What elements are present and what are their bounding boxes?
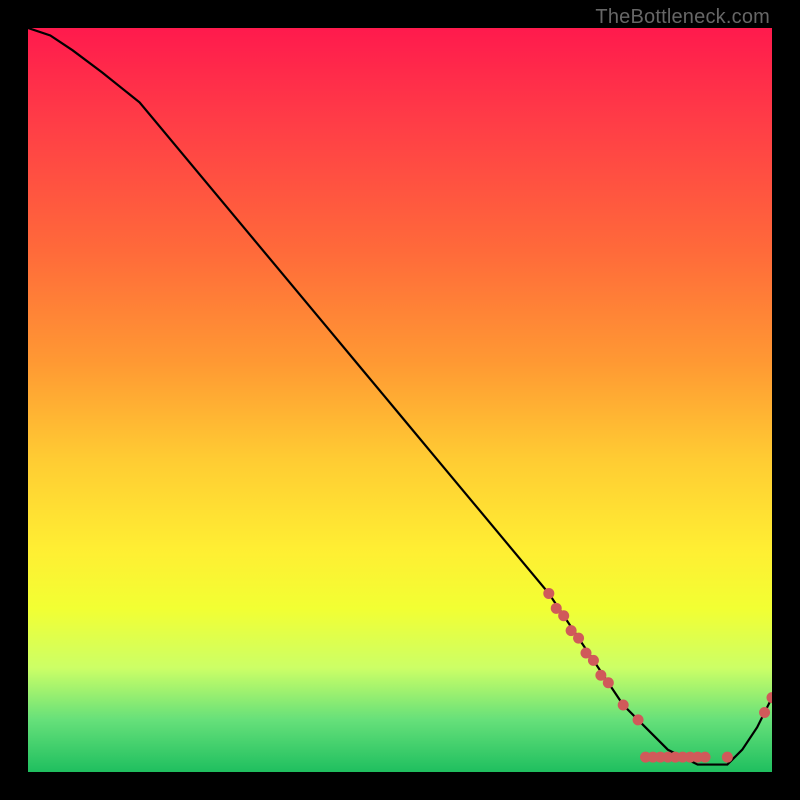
- data-point: [573, 633, 584, 644]
- data-point: [700, 752, 711, 763]
- data-point: [618, 700, 629, 711]
- chart-svg: [28, 28, 772, 772]
- data-point: [558, 610, 569, 621]
- chart-frame: TheBottleneck.com: [0, 0, 800, 800]
- watermark-text: TheBottleneck.com: [595, 6, 770, 29]
- data-point: [767, 692, 773, 703]
- data-point: [603, 677, 614, 688]
- data-point: [543, 588, 554, 599]
- data-markers: [543, 588, 772, 763]
- data-point: [722, 752, 733, 763]
- data-point: [588, 655, 599, 666]
- data-point: [759, 707, 770, 718]
- plot-area: [28, 28, 772, 772]
- bottleneck-curve: [28, 28, 772, 765]
- data-point: [633, 714, 644, 725]
